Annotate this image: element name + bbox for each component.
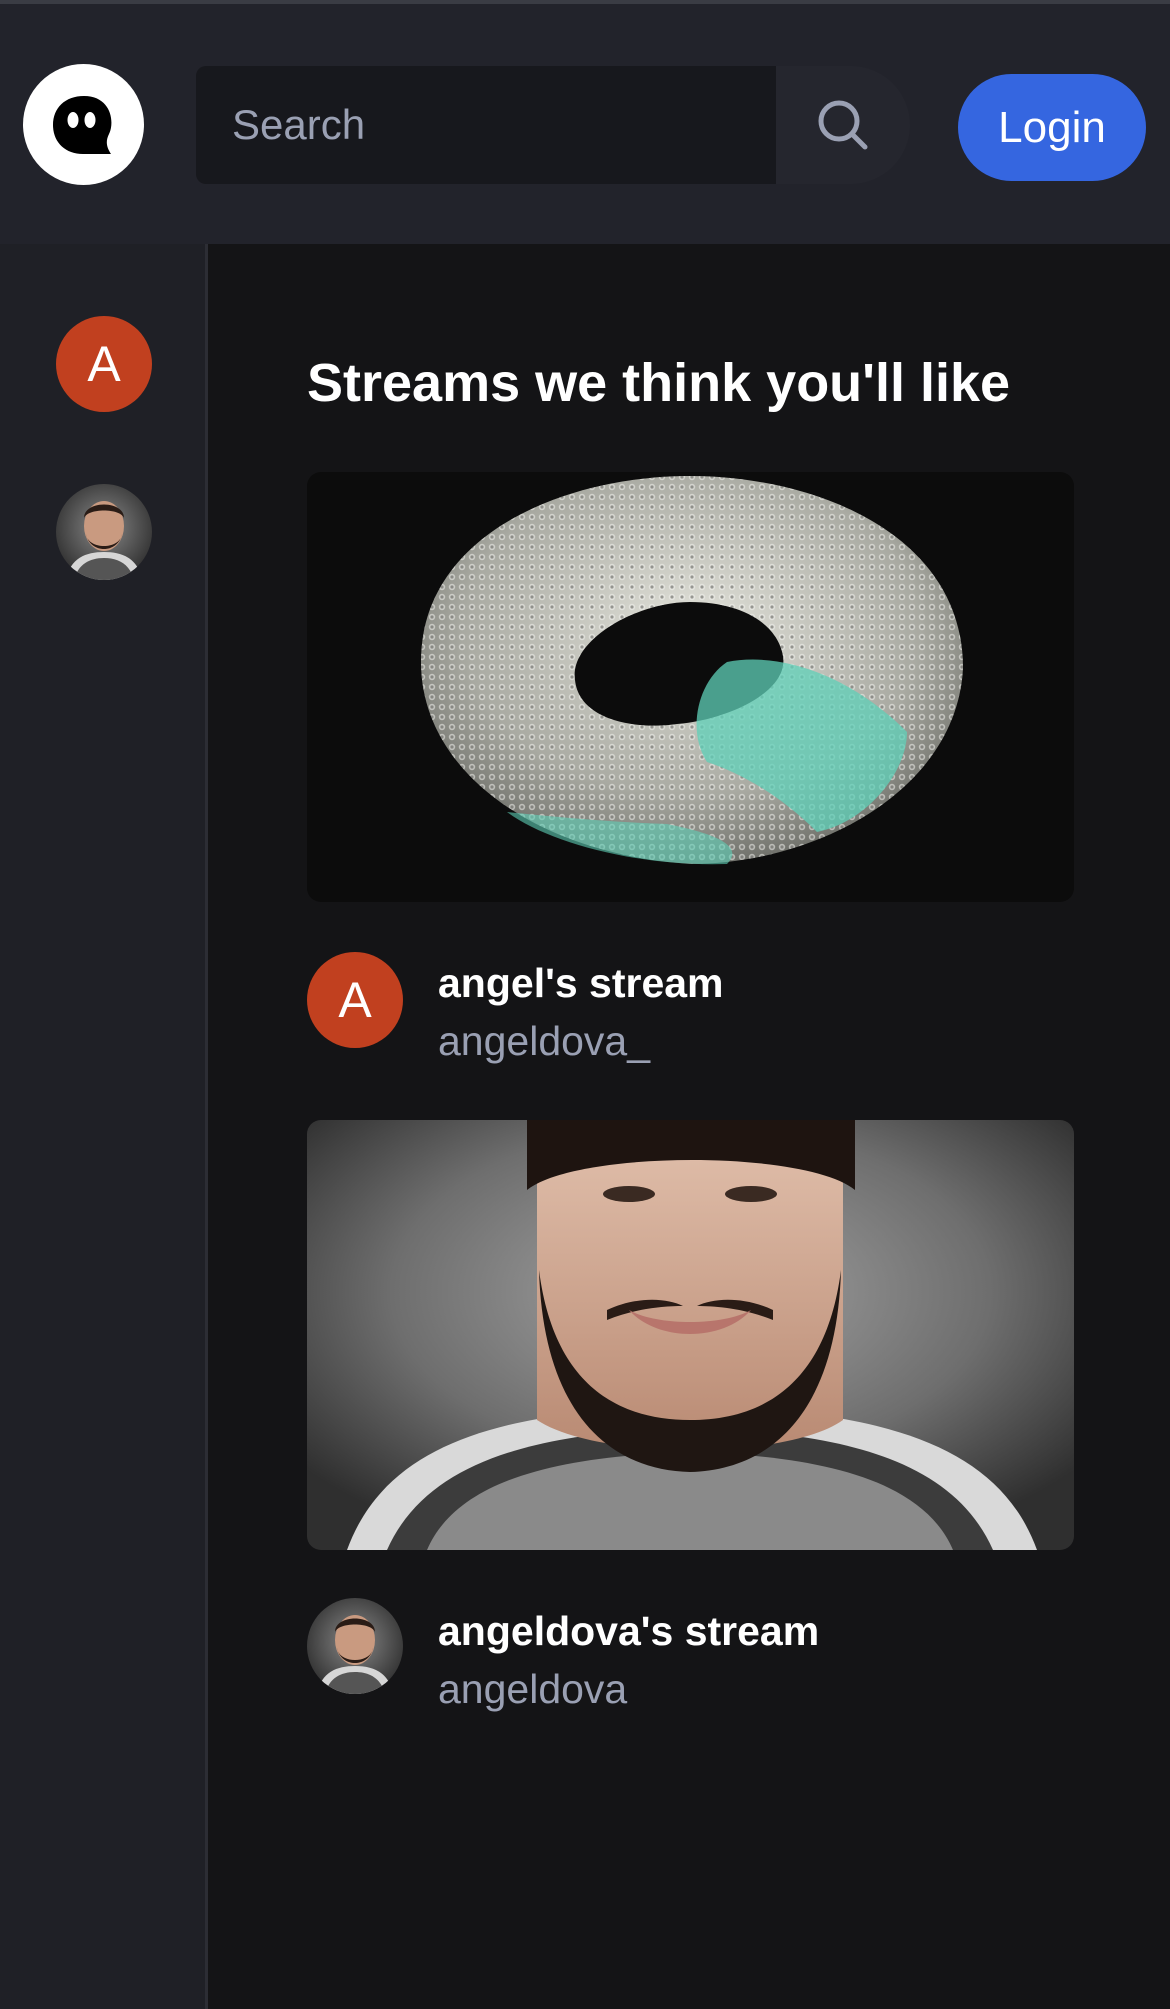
stream-title[interactable]: angeldova's stream bbox=[438, 1608, 819, 1655]
search-icon bbox=[818, 100, 868, 150]
search-field[interactable] bbox=[196, 66, 776, 184]
section-title: Streams we think you'll like bbox=[307, 353, 1011, 413]
login-button[interactable]: Login bbox=[958, 74, 1146, 181]
portrait-avatar-image bbox=[307, 1598, 403, 1694]
top-header: Login bbox=[0, 4, 1170, 244]
stream-thumbnail[interactable] bbox=[307, 472, 1074, 902]
stream-username[interactable]: angeldova bbox=[438, 1666, 627, 1713]
search-input[interactable] bbox=[196, 66, 776, 184]
ghost-logo-icon[interactable] bbox=[23, 64, 144, 185]
stream-title[interactable]: angel's stream bbox=[438, 960, 724, 1007]
portrait-thumbnail-image bbox=[307, 1120, 1074, 1550]
main-content: Streams we think you'll like A angel's s… bbox=[211, 244, 1170, 2009]
avatar-letter: A bbox=[87, 336, 121, 392]
sidebar: A bbox=[0, 244, 208, 2009]
portrait-avatar-image bbox=[56, 484, 152, 580]
stream-avatar[interactable]: A bbox=[307, 952, 403, 1048]
sidebar-item-angeldova-avatar[interactable] bbox=[56, 484, 152, 580]
avatar-letter: A bbox=[338, 972, 372, 1028]
sidebar-item-angel-avatar[interactable]: A bbox=[56, 316, 152, 412]
torus-thumbnail-image bbox=[307, 472, 1074, 902]
search-button[interactable] bbox=[776, 66, 910, 184]
stream-thumbnail[interactable] bbox=[307, 1120, 1074, 1550]
stream-avatar[interactable] bbox=[307, 1598, 403, 1694]
stream-username[interactable]: angeldova_ bbox=[438, 1018, 650, 1065]
